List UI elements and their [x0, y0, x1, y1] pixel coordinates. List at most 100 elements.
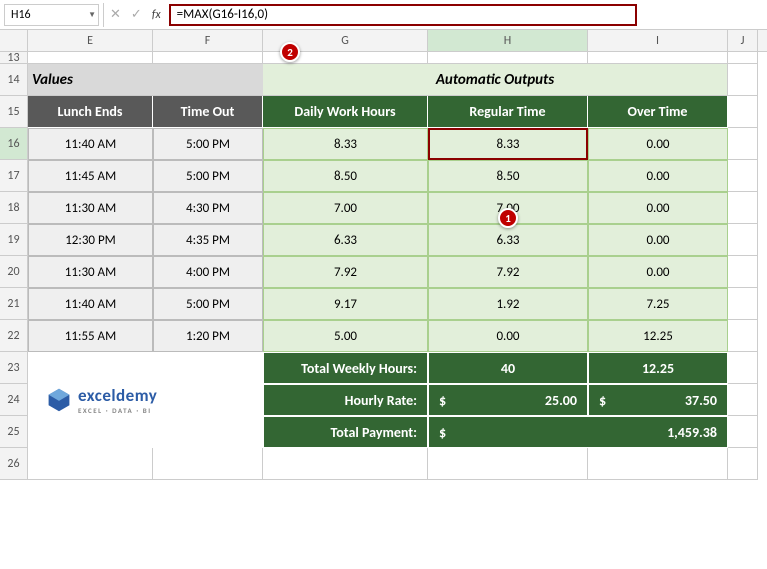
header-over-time[interactable]: Over Time: [588, 96, 728, 128]
cell-out[interactable]: 5:00 PM: [153, 288, 263, 320]
cell[interactable]: [728, 448, 758, 480]
row-header[interactable]: 24: [0, 384, 28, 416]
cell[interactable]: [728, 128, 758, 160]
col-header-I[interactable]: I: [588, 30, 728, 51]
row-header[interactable]: 13: [0, 52, 28, 64]
cell-lunch[interactable]: 12:30 PM: [28, 224, 153, 256]
cell-regular[interactable]: 0.00: [428, 320, 588, 352]
section-auto[interactable]: Automatic Outputs: [263, 64, 728, 96]
total-payment[interactable]: $1,459.38: [428, 416, 728, 448]
cell[interactable]: [728, 416, 758, 448]
cell-ot[interactable]: 0.00: [588, 160, 728, 192]
cell-out[interactable]: 5:00 PM: [153, 160, 263, 192]
cell-ot[interactable]: 0.00: [588, 128, 728, 160]
cancel-icon[interactable]: ✕: [110, 7, 121, 22]
cell[interactable]: [428, 52, 588, 64]
cell[interactable]: [28, 52, 153, 64]
cell-lunch[interactable]: 11:55 AM: [28, 320, 153, 352]
dropdown-icon[interactable]: ▼: [88, 10, 96, 20]
row-header[interactable]: 22: [0, 320, 28, 352]
cell[interactable]: [728, 64, 758, 96]
cell-out[interactable]: 4:30 PM: [153, 192, 263, 224]
cell-ot[interactable]: 7.25: [588, 288, 728, 320]
header-lunch-ends[interactable]: Lunch Ends: [28, 96, 153, 128]
cell[interactable]: [588, 448, 728, 480]
cell-lunch[interactable]: 11:30 AM: [28, 192, 153, 224]
cell[interactable]: [263, 448, 428, 480]
cell-regular-selected[interactable]: 8.33: [428, 128, 588, 160]
cell-lunch[interactable]: 11:30 AM: [28, 256, 153, 288]
cell-daily[interactable]: 8.33: [263, 128, 428, 160]
cell[interactable]: [728, 96, 758, 128]
cell[interactable]: [153, 52, 263, 64]
name-box[interactable]: H16 ▼: [4, 4, 99, 26]
cell[interactable]: [153, 448, 263, 480]
cell-regular[interactable]: 8.50: [428, 160, 588, 192]
cell-regular[interactable]: 6.33: [428, 224, 588, 256]
fx-icon[interactable]: fx: [152, 8, 161, 22]
cell[interactable]: [728, 52, 758, 64]
cell-ot[interactable]: 12.25: [588, 320, 728, 352]
cell[interactable]: [28, 448, 153, 480]
cell[interactable]: [588, 52, 728, 64]
total-weekly-label[interactable]: Total Weekly Hours:: [263, 352, 428, 384]
col-header-J[interactable]: J: [728, 30, 758, 51]
cell-out[interactable]: 4:35 PM: [153, 224, 263, 256]
row-header[interactable]: 18: [0, 192, 28, 224]
formula-input[interactable]: =MAX(G16-I16,0): [169, 4, 637, 26]
cell-out[interactable]: 4:00 PM: [153, 256, 263, 288]
col-header-H[interactable]: H: [428, 30, 588, 51]
row-header[interactable]: 23: [0, 352, 28, 384]
cell-daily[interactable]: 6.33: [263, 224, 428, 256]
cell-regular[interactable]: 7.92: [428, 256, 588, 288]
cell-lunch[interactable]: 11:40 AM: [28, 128, 153, 160]
row-header[interactable]: 25: [0, 416, 28, 448]
row-header[interactable]: 20: [0, 256, 28, 288]
row-header[interactable]: 16: [0, 128, 28, 160]
row-header[interactable]: 26: [0, 448, 28, 480]
cell-regular[interactable]: 1.92: [428, 288, 588, 320]
cell[interactable]: [728, 192, 758, 224]
dollar-sign: $: [599, 392, 606, 409]
cell[interactable]: [728, 352, 758, 384]
cell-out[interactable]: 1:20 PM: [153, 320, 263, 352]
row-header[interactable]: 21: [0, 288, 28, 320]
total-weekly-reg[interactable]: 40: [428, 352, 588, 384]
col-header-F[interactable]: F: [153, 30, 263, 51]
cell-ot[interactable]: 0.00: [588, 256, 728, 288]
header-daily-hours[interactable]: Daily Work Hours: [263, 96, 428, 128]
row-header[interactable]: 15: [0, 96, 28, 128]
cell-daily[interactable]: 8.50: [263, 160, 428, 192]
row-header[interactable]: 19: [0, 224, 28, 256]
cell-lunch[interactable]: 11:40 AM: [28, 288, 153, 320]
cell[interactable]: [428, 448, 588, 480]
table-row: 12:30 PM 4:35 PM 6.33 6.33 0.00: [28, 224, 767, 256]
cell-daily[interactable]: 7.92: [263, 256, 428, 288]
cell[interactable]: [728, 160, 758, 192]
cell[interactable]: [728, 256, 758, 288]
cell-ot[interactable]: 0.00: [588, 224, 728, 256]
col-header-E[interactable]: E: [28, 30, 153, 51]
total-payment-label[interactable]: Total Payment:: [263, 416, 428, 448]
row-header[interactable]: 14: [0, 64, 28, 96]
cell-lunch[interactable]: 11:45 AM: [28, 160, 153, 192]
accept-icon[interactable]: ✓: [131, 7, 142, 22]
hourly-rate-reg[interactable]: $25.00: [428, 384, 588, 416]
header-time-out[interactable]: Time Out: [153, 96, 263, 128]
cell-out[interactable]: 5:00 PM: [153, 128, 263, 160]
select-all-corner[interactable]: [0, 30, 28, 51]
total-weekly-ot[interactable]: 12.25: [588, 352, 728, 384]
cell[interactable]: [728, 224, 758, 256]
cell[interactable]: [728, 320, 758, 352]
section-values[interactable]: Values: [28, 64, 263, 96]
hourly-rate-label[interactable]: Hourly Rate:: [263, 384, 428, 416]
row-header[interactable]: 17: [0, 160, 28, 192]
cell[interactable]: [728, 384, 758, 416]
cell-ot[interactable]: 0.00: [588, 192, 728, 224]
cell-daily[interactable]: 5.00: [263, 320, 428, 352]
cell-daily[interactable]: 9.17: [263, 288, 428, 320]
cell-daily[interactable]: 7.00: [263, 192, 428, 224]
header-regular-time[interactable]: Regular Time: [428, 96, 588, 128]
cell[interactable]: [728, 288, 758, 320]
hourly-rate-ot[interactable]: $37.50: [588, 384, 728, 416]
